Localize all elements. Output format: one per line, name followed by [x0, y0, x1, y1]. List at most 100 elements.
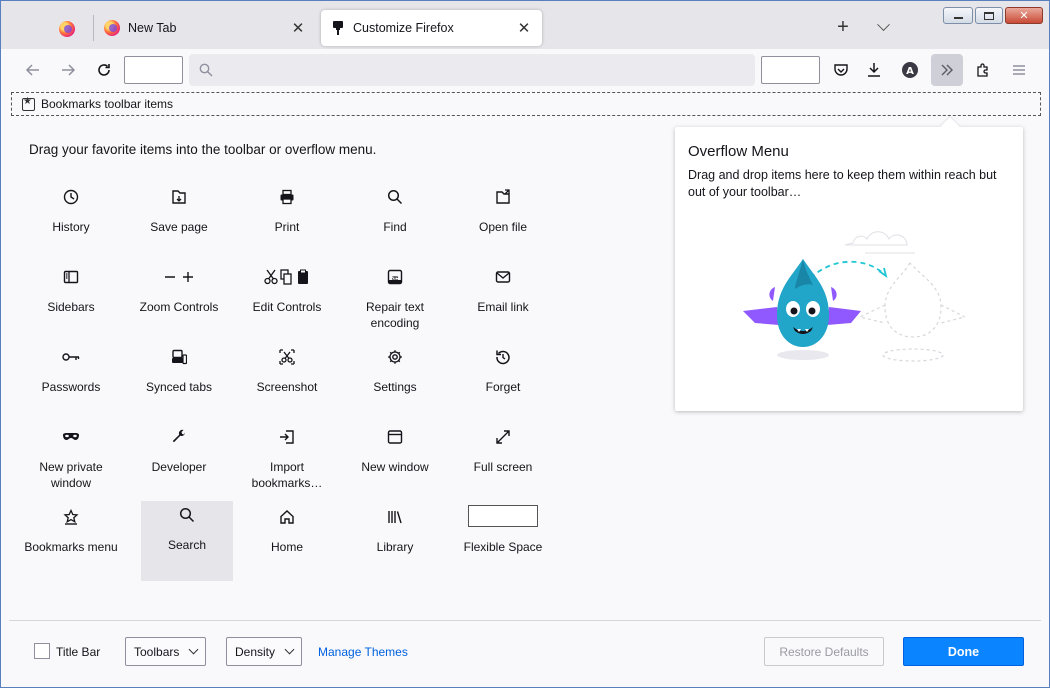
url-bar[interactable] — [189, 54, 755, 86]
palette-item-library[interactable]: Library — [341, 501, 449, 581]
toolbar-spring-placeholder[interactable] — [761, 56, 820, 84]
palette-item-label: Search — [167, 538, 207, 552]
overflow-menu-title: Overflow Menu — [688, 143, 789, 160]
palette-item-label: Settings — [373, 380, 417, 394]
palette-item-print[interactable]: Print — [233, 181, 341, 261]
reload-button[interactable] — [93, 59, 115, 81]
bookmarks-toolbar[interactable]: Bookmarks toolbar items — [11, 92, 1041, 116]
palette-item-history[interactable]: History — [17, 181, 125, 261]
palette-item-screenshot[interactable]: Screenshot — [233, 341, 341, 421]
palette-item-zoom-controls[interactable]: Zoom Controls — [125, 261, 233, 341]
density-dropdown[interactable]: Density — [226, 637, 302, 666]
window-close-button[interactable]: ✕ — [1005, 7, 1043, 24]
bookmarks-menu-icon — [63, 509, 79, 525]
palette-item-open-file[interactable]: Open file — [449, 181, 557, 261]
restore-defaults-button[interactable]: Restore Defaults — [764, 637, 884, 666]
done-button[interactable]: Done — [903, 637, 1024, 666]
palette-item-email-link[interactable]: Email link — [449, 261, 557, 341]
palette-item-bookmarks-menu[interactable]: Bookmarks menu — [17, 501, 125, 581]
palette-item-label: Forget — [485, 380, 521, 394]
all-tabs-button[interactable] — [873, 17, 893, 37]
palette-item-new-private-window[interactable]: New private window — [17, 421, 125, 501]
app-menu-button[interactable] — [1008, 59, 1030, 81]
forward-button[interactable] — [57, 59, 79, 81]
flexible-space-preview — [468, 505, 538, 527]
tab-label: Customize Firefox — [353, 21, 454, 35]
extensions-button[interactable] — [972, 59, 994, 81]
palette-item-label: Save page — [150, 220, 208, 234]
palette-item-new-window[interactable]: New window — [341, 421, 449, 501]
palette-item-sidebars[interactable]: Sidebars — [17, 261, 125, 341]
customize-brush-icon — [331, 20, 345, 36]
downloads-button[interactable] — [863, 59, 885, 81]
palette-item-developer[interactable]: Developer — [125, 421, 233, 501]
tab-customize-firefox[interactable]: Customize Firefox ✕ — [321, 10, 542, 46]
bookmark-star-icon — [22, 96, 35, 111]
overflow-mascot-illustration — [735, 227, 965, 367]
history-icon — [63, 189, 79, 205]
puzzle-icon — [977, 63, 988, 77]
forget-icon — [496, 350, 510, 365]
minimize-button[interactable] — [943, 7, 973, 24]
overflow-menu-panel[interactable]: Overflow Menu Drag and drop items here t… — [675, 127, 1023, 411]
palette-item-repair-text-encoding[interactable]: æ Repair text encoding — [341, 261, 449, 341]
new-tab-button[interactable]: + — [833, 17, 853, 39]
print-icon — [280, 189, 294, 205]
browser-window: New Tab ✕ Customize Firefox ✕ + ✕ A ★ Bo… — [0, 0, 1050, 688]
key-icon — [62, 353, 80, 361]
maximize-button[interactable] — [975, 7, 1003, 24]
palette-item-import-bookmarks[interactable]: Import bookmarks… — [233, 421, 341, 501]
palette-item-settings[interactable]: Settings — [341, 341, 449, 421]
title-bar-checkbox[interactable] — [34, 643, 50, 659]
palette-item-home[interactable]: Home — [233, 501, 341, 581]
minimize-icon — [953, 17, 963, 19]
pinned-tab[interactable] — [41, 11, 93, 47]
palette-item-label: Zoom Controls — [139, 300, 219, 314]
palette-item-label: Open file — [478, 220, 528, 234]
search-icon — [199, 63, 213, 77]
palette-item-edit-controls[interactable]: Edit Controls — [233, 261, 341, 341]
palette-item-find[interactable]: Find — [341, 181, 449, 261]
manage-themes-link[interactable]: Manage Themes — [318, 645, 408, 659]
palette-item-forget[interactable]: Forget — [449, 341, 557, 421]
tab-new-tab[interactable]: New Tab ✕ — [94, 10, 316, 46]
palette-item-label: Sidebars — [47, 300, 95, 314]
svg-text:A: A — [906, 66, 914, 77]
chevron-down-icon — [876, 17, 890, 31]
toolbars-dropdown-label: Toolbars — [134, 644, 180, 659]
palette-item-flexible-space[interactable]: Flexible Space — [449, 501, 557, 581]
palette-item-passwords[interactable]: Passwords — [17, 341, 125, 421]
text-encoding-icon: æ — [387, 269, 403, 285]
edit-controls-icon — [264, 269, 308, 285]
save-page-icon — [172, 190, 186, 204]
palette-item-label: Full screen — [473, 460, 533, 474]
palette-item-search[interactable]: Search — [141, 501, 233, 581]
palette-item-full-screen[interactable]: Full screen — [449, 421, 557, 501]
palette-item-label: Find — [383, 220, 407, 234]
sidebars-icon — [63, 270, 79, 284]
palette-item-synced-tabs[interactable]: Synced tabs — [125, 341, 233, 421]
fullscreen-icon — [496, 430, 510, 444]
palette-title: Drag your favorite items into the toolba… — [29, 142, 377, 157]
account-button[interactable]: A — [899, 59, 921, 81]
search-icon — [179, 507, 195, 523]
customize-palette: History Save page Print Find Open file S… — [17, 181, 557, 581]
window-controls: ✕ — [943, 7, 1043, 24]
palette-item-save-page[interactable]: Save page — [125, 181, 233, 261]
close-icon[interactable]: ✕ — [516, 19, 532, 37]
hamburger-icon — [1013, 65, 1025, 75]
gear-icon — [388, 350, 402, 364]
back-button[interactable] — [22, 59, 44, 81]
overflow-menu-button[interactable] — [931, 54, 963, 86]
title-bar-label[interactable]: Title Bar — [56, 645, 100, 659]
toolbars-dropdown[interactable]: Toolbars — [125, 637, 206, 666]
palette-item-label: Synced tabs — [145, 380, 213, 394]
toolbar-spring-placeholder[interactable] — [124, 56, 183, 84]
firefox-icon — [59, 21, 75, 37]
palette-item-label: Print — [274, 220, 300, 234]
library-icon — [388, 511, 402, 524]
firefox-icon — [104, 20, 120, 36]
close-icon[interactable]: ✕ — [290, 19, 306, 37]
pocket-button[interactable] — [830, 59, 852, 81]
overflow-menu-description: Drag and drop items here to keep them wi… — [688, 168, 997, 199]
